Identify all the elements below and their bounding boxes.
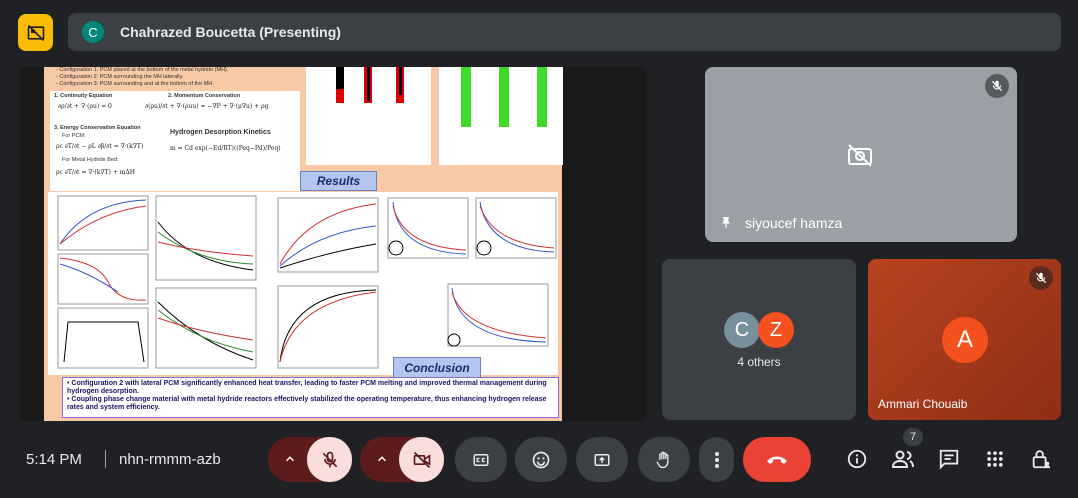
presenter-avatar: C	[82, 21, 104, 43]
poster-slide: - Configuration 1: PCM placed at the bot…	[44, 67, 563, 421]
activities-button[interactable]	[978, 442, 1012, 476]
raise-hand-button[interactable]	[638, 437, 690, 482]
mic-options-button[interactable]	[272, 441, 308, 477]
avatar: Z	[758, 312, 794, 348]
chat-icon	[939, 449, 959, 470]
meeting-code: nhn-rmmm-azb	[119, 451, 221, 468]
more-vert-icon	[714, 451, 719, 468]
people-icon	[891, 450, 914, 468]
presenter-label: Chahrazed Boucetta (Presenting)	[120, 24, 341, 40]
participant-tile-siyoucef[interactable]: siyoucef hamza	[705, 67, 1017, 242]
chevron-up-icon	[377, 456, 387, 462]
conclusion-box: • Configuration 2 with lateral PCM signi…	[62, 377, 559, 418]
mic-off-icon	[1029, 266, 1053, 290]
more-options-button[interactable]	[699, 437, 734, 482]
videocam-off-icon	[413, 451, 430, 468]
config-line-2: - Configuration 2: PCM surrounding the M…	[56, 74, 184, 80]
hide-self-view-icon	[27, 24, 44, 41]
shared-screen[interactable]: - Configuration 1: PCM placed at the bot…	[20, 67, 647, 421]
divider	[105, 450, 106, 468]
results-plots	[57, 195, 557, 369]
hand-icon	[656, 451, 669, 468]
info-icon	[847, 449, 867, 469]
continuity-heading: 1. Continuity Equation	[54, 93, 113, 99]
present-button[interactable]	[576, 437, 628, 482]
mic-off-icon	[322, 451, 337, 467]
config-line-1: - Configuration 1: PCM placed at the bot…	[56, 67, 229, 73]
participant-tile-ammari[interactable]: A Ammari Chouaib	[868, 259, 1061, 420]
camera-options-button[interactable]	[364, 441, 400, 477]
pin-icon	[719, 215, 733, 236]
conclusion-item-1: • Configuration 2 with lateral PCM signi…	[67, 380, 547, 395]
kinetics-heading: Hydrogen Desorption Kinetics	[170, 129, 271, 136]
chat-button[interactable]	[932, 442, 966, 476]
call-end-icon	[767, 456, 787, 464]
figure-config-diagram	[306, 67, 431, 165]
clock: 5:14 PM	[26, 451, 82, 468]
chevron-up-icon	[285, 456, 295, 462]
for-mh-label: For Metal Hydride Bed:	[62, 157, 119, 163]
figure-mesh-diagram	[439, 67, 563, 165]
equations-panel: 1. Continuity Equation ∂ρ/∂t + ∇·(ρu) = …	[50, 91, 300, 191]
camera-off-icon	[846, 143, 874, 172]
host-controls-button[interactable]	[1024, 442, 1058, 476]
conclusion-title: Conclusion	[393, 357, 481, 378]
avatar: C	[724, 312, 760, 348]
people-button[interactable]	[886, 442, 920, 476]
hide-self-view-button[interactable]	[18, 14, 53, 51]
results-title: Results	[300, 171, 377, 191]
for-pcm-label: For PCM:	[62, 133, 86, 139]
meeting-details-button[interactable]	[840, 442, 874, 476]
reactions-button[interactable]	[515, 437, 567, 482]
others-tile[interactable]: C Z 4 others	[662, 259, 856, 420]
energy-heading: 3. Energy Conservation Equation	[54, 125, 141, 131]
leave-call-button[interactable]	[743, 437, 811, 482]
captions-button[interactable]	[455, 437, 507, 482]
present-screen-icon	[594, 453, 610, 466]
lock-person-icon	[1032, 450, 1051, 469]
mic-off-icon	[985, 74, 1009, 98]
conclusion-item-2: • Coupling phase change material with me…	[67, 396, 547, 411]
apps-grid-icon	[987, 451, 1003, 467]
config-line-3: - Configuration 3: PCM surrounding and a…	[56, 81, 214, 87]
participant-name: Ammari Chouaib	[878, 397, 968, 411]
avatar: A	[942, 317, 988, 363]
others-label: 4 others	[737, 355, 781, 369]
momentum-heading: 2. Momentum Conservation	[168, 93, 241, 99]
closed-captions-icon	[473, 453, 489, 466]
emoji-icon	[532, 451, 550, 468]
camera-toggle-button[interactable]	[399, 437, 444, 482]
participant-name: siyoucef hamza	[745, 215, 843, 231]
presenter-banner[interactable]: C Chahrazed Boucetta (Presenting)	[68, 13, 1061, 51]
microphone-toggle-button[interactable]	[307, 437, 352, 482]
results-plots-area	[48, 192, 558, 375]
